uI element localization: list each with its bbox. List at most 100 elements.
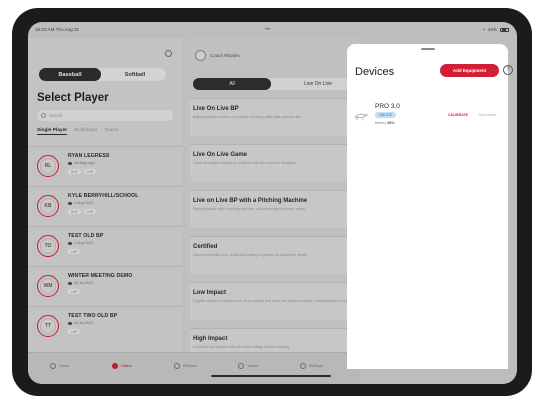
eye-icon	[68, 161, 72, 165]
player-meta: 1 Aug 2023	[68, 241, 93, 245]
filter-tab-single-player[interactable]: Single Player	[37, 128, 68, 135]
mode-description: Batting practice session vs a pitcher th…	[193, 115, 301, 119]
mode-title: Low Impact	[193, 290, 227, 296]
team-icon	[238, 363, 244, 369]
tab-all[interactable]: All	[193, 78, 271, 90]
device-stats: Battery 98%	[375, 121, 395, 125]
filter-tab-multiplayer[interactable]: Multiplayer	[74, 128, 97, 135]
player-row[interactable]: TT TEST TWO OLD BP 24 Jul 2023 LHP	[28, 306, 183, 344]
eye-icon	[68, 201, 72, 205]
pitcher-icon	[174, 363, 180, 369]
mode-card[interactable]: Low Impact A lighter session to reduce l…	[190, 282, 365, 320]
player-chips: LHP	[68, 249, 81, 254]
status-right: • 44%	[483, 27, 509, 32]
devices-title: Devices	[355, 66, 395, 78]
baseball-icon	[112, 363, 118, 369]
sport-toggle: Baseball Softball	[39, 68, 166, 81]
chip: LHP	[68, 289, 81, 294]
status-time: 10:23 AM Thu Aug 31	[35, 27, 80, 32]
mode-description: Game-simulation session vs a pitcher wit…	[193, 161, 296, 165]
mode-title: Live On Live Game	[193, 152, 248, 158]
search-placeholder: Search	[49, 113, 63, 118]
session-mode-pane: Coach Rhodes All Live On Live Live On Li…	[185, 38, 365, 368]
mode-card[interactable]: Live On Live Game Game-simulation sessio…	[190, 144, 365, 182]
player-row[interactable]: KB KYLE BERRYHILL/SCHOOL 2 Aug 2023 RHP …	[28, 186, 183, 224]
avatar-initials: WM	[40, 278, 56, 294]
disconnect-link[interactable]: Disconnect	[479, 113, 496, 117]
mode-title: Certified	[193, 244, 218, 250]
avatar-initials: TO	[40, 238, 56, 254]
mode-card[interactable]: Live On Live BP Batting practice session…	[190, 98, 365, 136]
filter-tab-teams[interactable]: Teams	[104, 128, 118, 135]
player-name: WINTER MEETING DEMO	[68, 273, 133, 279]
battery-percent: 44%	[487, 27, 497, 32]
avatar-initials: RL	[40, 158, 56, 174]
mode-card[interactable]: Live on Live BP with a Pitching Machine …	[190, 190, 365, 228]
tab-settings[interactable]: Settings	[300, 363, 323, 369]
multitasking-dots[interactable]: •••	[265, 27, 270, 33]
player-name: TEST TWO OLD BP	[68, 313, 118, 319]
gear-icon[interactable]	[165, 50, 172, 57]
avatar-initials: KB	[40, 198, 56, 214]
devices-sheet: Devices Add Equipment ? PRO 3.0 ONLINE B…	[347, 44, 513, 369]
tab-live-on-live[interactable]: Live On Live	[278, 78, 358, 90]
user-badge[interactable]: Coach Rhodes	[195, 50, 240, 61]
player-name: KYLE BERRYHILL/SCHOOL	[68, 193, 139, 199]
player-filter-tabs: Single Player Multiplayer Teams	[37, 128, 118, 135]
avatar: RL	[37, 155, 59, 177]
chip: LHP	[83, 209, 96, 214]
chip: RHP	[68, 169, 81, 174]
tab-teams[interactable]: Teams	[238, 363, 258, 369]
sport-option-baseball[interactable]: Baseball	[39, 68, 101, 81]
player-row[interactable]: RL RYAN LEGRESS 44 days ago RHP LHP	[28, 146, 183, 184]
player-chips: LHP	[68, 329, 81, 334]
page-title: Select Player	[37, 92, 109, 104]
avatar-initials: TT	[40, 318, 56, 334]
ipad-screen: 10:23 AM Thu Aug 31 ••• • 44% Baseball S…	[28, 22, 517, 384]
gear-icon	[300, 363, 306, 369]
player-row[interactable]: WM WINTER MEETING DEMO 25 Jul 2023 LHP	[28, 266, 183, 304]
mode-description: A full-intensity session with max effort…	[193, 345, 290, 349]
player-meta: 24 Jul 2023	[68, 321, 94, 325]
player-chips: RHP LHP	[68, 169, 96, 174]
mode-description: Batting practice with a pitching machine…	[193, 207, 305, 211]
user-name: Coach Rhodes	[210, 53, 240, 58]
add-equipment-button[interactable]: Add Equipment	[440, 64, 499, 77]
eye-icon	[68, 281, 72, 285]
tab-pitchers[interactable]: Pitchers	[174, 363, 197, 369]
status-bar: 10:23 AM Thu Aug 31 ••• • 44%	[28, 22, 517, 38]
sport-option-softball[interactable]: Softball	[104, 68, 166, 81]
mode-tabs: All Live On Live	[193, 78, 363, 90]
player-row[interactable]: TO TEST OLD BP 1 Aug 2023 LHP	[28, 226, 183, 264]
bottom-tab-bar: Home Hitters Pitchers Teams Settings	[28, 352, 360, 384]
battery-icon	[500, 27, 509, 32]
tab-home[interactable]: Home	[50, 363, 69, 369]
tab-hitters[interactable]: Hitters	[112, 363, 132, 369]
player-name: RYAN LEGRESS	[68, 153, 110, 159]
device-row[interactable]: PRO 3.0 ONLINE Battery 98% CALIBRATE Dis…	[351, 99, 508, 135]
player-name: TEST OLD BP	[68, 233, 104, 239]
calibrate-link[interactable]: CALIBRATE	[448, 113, 468, 117]
player-sidebar: Baseball Softball Select Player Search S…	[28, 38, 183, 368]
player-meta: 25 Jul 2023	[68, 281, 94, 285]
device-image-icon	[354, 113, 368, 121]
home-icon	[50, 363, 56, 369]
chip: LHP	[68, 249, 81, 254]
mode-card[interactable]: Certified Swing certification test, a st…	[190, 236, 365, 274]
chip: RHP	[68, 209, 81, 214]
avatar: WM	[37, 275, 59, 297]
mode-title: High Impact	[193, 336, 228, 342]
status-badge: ONLINE	[375, 112, 397, 118]
search-input[interactable]: Search	[37, 110, 173, 121]
device-name: PRO 3.0	[375, 103, 400, 110]
player-meta: 2 Aug 2023	[68, 201, 93, 205]
search-icon	[41, 112, 46, 118]
player-chips: RHP LHP	[68, 209, 96, 214]
wifi-icon: •	[483, 27, 485, 32]
user-avatar-icon	[195, 50, 206, 61]
sheet-grabber[interactable]	[421, 48, 435, 50]
avatar: KB	[37, 195, 59, 217]
help-icon[interactable]: ?	[503, 65, 513, 75]
player-meta: 44 days ago	[68, 161, 95, 165]
player-chips: LHP	[68, 289, 81, 294]
